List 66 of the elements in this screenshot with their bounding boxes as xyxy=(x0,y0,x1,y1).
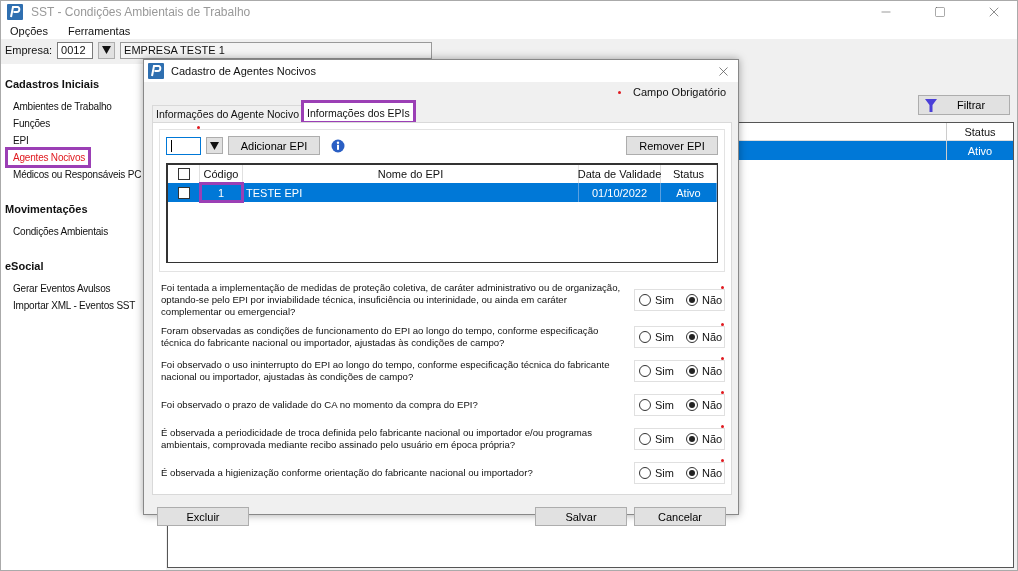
table-cell: 01/10/2022 xyxy=(579,183,661,202)
filter-button[interactable]: Filtrar xyxy=(918,95,1010,115)
app-logo-icon xyxy=(148,63,164,79)
checkbox[interactable] xyxy=(177,168,190,180)
radio-option[interactable]: Sim xyxy=(639,399,674,411)
menu-item[interactable]: Opções xyxy=(10,25,48,37)
menu-item[interactable]: Ferramentas xyxy=(67,25,131,37)
column-header: Código xyxy=(200,165,243,183)
radio-option[interactable]: Não xyxy=(685,467,723,479)
radio-option[interactable]: Sim xyxy=(639,365,674,377)
sidebar-item[interactable]: Funções xyxy=(7,115,54,132)
window-title: SST - Condições Ambientais de Trabalho xyxy=(31,5,252,19)
required-icon xyxy=(197,126,200,129)
dropdown-button[interactable] xyxy=(98,41,116,59)
radio-option[interactable]: Sim xyxy=(639,467,674,479)
question-text: Foram observadas as condições de funcionamento do EPI ao longo do tempo, conforme especificação técnica do fabricante nacional ou importador, ajustadas às condições de campo? xyxy=(160,325,600,349)
radio-option[interactable]: Não xyxy=(685,294,723,306)
add-button[interactable]: Adicionar EPI xyxy=(228,136,320,155)
radio-option[interactable]: Não xyxy=(685,399,723,411)
dialog-button[interactable]: Cancelar xyxy=(634,507,726,526)
app-logo-icon xyxy=(7,4,23,20)
maximize-icon xyxy=(934,6,946,18)
info-icon[interactable] xyxy=(331,138,345,153)
tab[interactable]: Informações dos EPIs xyxy=(303,102,414,122)
question-text: Foi observado o prazo de validade do CA no momento da compra do EPI? xyxy=(160,399,479,411)
sidebar-item[interactable]: Importar XML - Eventos SST xyxy=(7,297,140,314)
checkbox[interactable] xyxy=(177,186,190,199)
sidebar-heading: Cadastros Iniciais xyxy=(5,78,101,90)
required-icon xyxy=(618,90,622,94)
radio-option[interactable]: Não xyxy=(685,365,723,377)
dialog-button[interactable]: Excluir xyxy=(157,507,249,526)
sidebar-item[interactable]: Condições Ambientais xyxy=(7,223,112,240)
question-text: Foi observado o uso ininterrupto do EPI ao longo do tempo, conforme especificação técnica do fabricante nacional ou importador, ajustadas às condições de campo? xyxy=(160,359,611,383)
column-header: Status xyxy=(946,123,1013,140)
sidebar-heading: eSocial xyxy=(5,260,45,272)
radio-option[interactable]: Não xyxy=(685,331,723,343)
radio-option[interactable]: Sim xyxy=(639,294,674,306)
table-cell: 1 xyxy=(200,183,243,202)
company-code-field[interactable]: 0012 xyxy=(57,41,94,59)
radio-option[interactable]: Sim xyxy=(639,433,674,445)
tab[interactable]: Informações do Agente Nocivo xyxy=(152,105,303,122)
sidebar-item[interactable]: Ambientes de Trabalho xyxy=(7,98,116,115)
dialog-title: Cadastro de Agentes Nocivos xyxy=(171,65,317,77)
company-label: Empresa: xyxy=(5,44,53,56)
sidebar-item[interactable]: EPI xyxy=(7,132,33,149)
table-cell: Ativo xyxy=(661,183,717,202)
sidebar-heading: Movimentações xyxy=(5,203,89,215)
sidebar-item[interactable]: Gerar Eventos Avulsos xyxy=(7,280,115,297)
sidebar-item[interactable]: Médicos ou Responsáveis PC xyxy=(7,166,146,183)
required-note: Campo Obrigatório xyxy=(633,86,726,98)
table-cell: TESTE EPI xyxy=(243,183,579,202)
radio-option[interactable]: Sim xyxy=(639,331,674,343)
company-name-field: EMPRESA TESTE 1 xyxy=(120,41,433,59)
remove-button[interactable]: Remover EPI xyxy=(626,136,718,155)
filter-icon xyxy=(925,98,937,112)
radio-option[interactable]: Não xyxy=(685,433,723,445)
caret-icon xyxy=(102,46,112,54)
sidebar-item[interactable]: Agentes Nocivos xyxy=(7,149,90,166)
question-text: Foi tentada a implementação de medidas de proteção coletiva, de caráter administrativo ou de organização, optando-se pelo EPI por inviabilidade técnica, insuficiência ou interinidade, ou ainda em caráter complementar ou emergencial? xyxy=(160,282,622,318)
question-text: É observada a higienização conforme orientação do fabricante nacional ou importador? xyxy=(160,467,534,479)
epi-code-field[interactable] xyxy=(166,136,201,155)
question-text: É observada a periodicidade de troca definida pelo fabricante nacional ou importador e/ou programas ambientais, comprovada mediante recibo assinado pelo usuário em época própria? xyxy=(160,427,593,451)
dialog-button[interactable]: Salvar xyxy=(535,507,627,526)
table-cell: Ativo xyxy=(946,141,1013,160)
dropdown-button[interactable] xyxy=(206,137,223,154)
caret-icon xyxy=(210,141,219,150)
